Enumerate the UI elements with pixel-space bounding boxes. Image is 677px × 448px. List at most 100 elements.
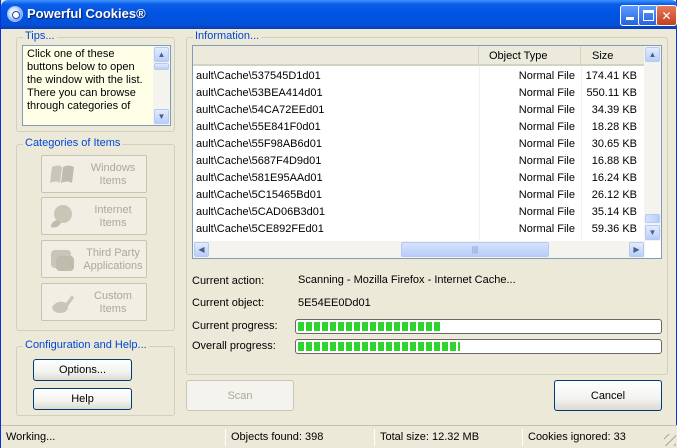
cell-type: Normal File [518,155,575,167]
cell-name: ault\Cache\5687F4D9d01 [196,155,322,167]
scroll-right-icon[interactable]: ▶ [629,242,644,257]
list-horizontal-scrollbar[interactable]: ◀ ||| ▶ [193,241,645,258]
resize-grip-icon[interactable] [664,434,676,446]
scroll-up-icon[interactable]: ▲ [645,47,660,62]
current-object-label: Current object: [192,297,265,309]
cell-size: 16.88 KB [591,155,637,167]
horizontal-scroll-thumb[interactable]: ||| [401,242,549,257]
overall-progress-fill [298,342,460,351]
current-progress-fill [298,322,442,331]
file-list[interactable]: Object Type Size ault\Cache\537545D1d01 … [192,45,662,259]
scroll-up-icon[interactable]: ▲ [154,47,169,62]
cell-name: ault\Cache\5C15465Bd01 [196,189,322,201]
internet-items-button[interactable]: Internet Items [41,197,147,235]
scan-button[interactable]: Scan [186,380,294,411]
table-row[interactable]: ault\Cache\537545D1d01 Normal File 174.4… [193,68,645,85]
table-row[interactable]: ault\Cache\53BEA414d01 Normal File 550.1… [193,85,645,102]
status-state: Working... [6,431,56,443]
cancel-button[interactable]: Cancel [554,380,662,411]
label-line: Windows [90,162,136,174]
third-party-icon [51,250,74,271]
scroll-down-icon[interactable]: ▼ [645,225,660,240]
table-row[interactable]: ault\Cache\55F98AB6d01 Normal File 30.65… [193,136,645,153]
cell-type: Normal File [518,138,575,150]
app-window: Powerful Cookies® ✕ Tips... Click one of… [0,0,677,448]
status-divider [522,429,523,446]
close-icon: ✕ [661,8,672,23]
minimize-icon [626,17,634,20]
tips-line: buttons below to open [27,61,135,73]
custom-items-button[interactable]: Custom Items [41,283,147,321]
cell-name: ault\Cache\54CA72EEd01 [196,104,325,116]
overall-progress-bar [295,339,662,354]
third-party-button[interactable]: Third Party Applications [41,240,147,278]
table-row[interactable]: ault\Cache\5C15465Bd01 Normal File 26.12… [193,187,645,204]
table-row[interactable]: ault\Cache\55E841F0d01 Normal File 18.28… [193,119,645,136]
close-button[interactable]: ✕ [656,5,677,26]
column-header-type[interactable]: Object Type [479,46,581,66]
options-button[interactable]: Options... [33,359,132,381]
cell-name: ault\Cache\537545D1d01 [196,70,321,82]
cell-type: Normal File [518,206,575,218]
cell-size: 35.14 KB [591,206,637,218]
window-title: Powerful Cookies® [27,6,146,21]
column-header-name[interactable] [193,46,479,66]
cell-size: 18.28 KB [591,121,637,133]
custom-icon [52,295,74,313]
windows-items-label: Windows Items [78,162,148,188]
internet-items-label: Internet Items [78,204,148,230]
overall-progress-label: Overall progress: [192,340,276,352]
title-bar[interactable]: Powerful Cookies® ✕ [1,0,677,29]
cell-name: ault\Cache\5CAD06B3d01 [196,206,326,218]
third-party-label: Third Party Applications [78,247,148,273]
label-line: Items [99,217,127,229]
tips-line: There you can browse [27,87,136,99]
windows-icon [50,165,74,183]
cell-type: Normal File [518,104,575,116]
status-total-size: Total size: 12.32 MB [380,431,480,443]
cell-name: ault\Cache\55F98AB6d01 [196,138,322,150]
current-progress-bar [295,319,662,334]
cell-type: Normal File [518,121,575,133]
app-icon[interactable] [7,6,23,22]
column-header-size[interactable]: Size [581,46,645,66]
status-cookies-ignored: Cookies ignored: 33 [528,431,626,443]
vertical-scroll-thumb[interactable] [645,214,660,223]
table-row[interactable]: ault\Cache\54CA72EEd01 Normal File 34.39… [193,102,645,119]
cell-name: ault\Cache\55E841F0d01 [196,121,321,133]
custom-items-label: Custom Items [78,290,148,316]
label-line: Internet [94,204,132,216]
tips-text: Click one of these buttons below to open… [27,48,151,113]
cell-size: 26.12 KB [591,189,637,201]
cell-size: 34.39 KB [591,104,637,116]
cell-size: 174.41 KB [585,70,637,82]
tips-scrollbar[interactable]: ▲ ▼ [153,46,170,125]
current-progress-label: Current progress: [192,320,278,332]
list-header: Object Type Size [193,46,645,66]
label-line: Third Party [86,247,140,259]
internet-icon [51,205,72,228]
table-row[interactable]: ault\Cache\5CE892FEd01 Normal File 59.36… [193,221,645,238]
scroll-down-icon[interactable]: ▼ [154,109,169,124]
windows-items-button[interactable]: Windows Items [41,155,147,193]
label-line: Items [99,175,127,187]
table-row[interactable]: ault\Cache\581E95AAd01 Normal File 16.24… [193,170,645,187]
cell-size: 59.36 KB [591,223,637,235]
list-vertical-scrollbar[interactable]: ▲ ▼ [644,46,661,241]
cell-name: ault\Cache\581E95AAd01 [196,172,323,184]
scroll-left-icon[interactable]: ◀ [194,242,209,257]
help-button[interactable]: Help [33,388,132,410]
table-row[interactable]: ault\Cache\5CAD06B3d01 Normal File 35.14… [193,204,645,221]
label-line: Custom [94,290,132,302]
cell-name: ault\Cache\53BEA414d01 [196,87,323,99]
tips-box: Click one of these buttons below to open… [22,45,171,126]
table-row[interactable]: ault\Cache\5687F4D9d01 Normal File 16.88… [193,153,645,170]
label-line: Items [99,303,127,315]
current-action-value: Scanning - Mozilla Firefox - Internet Ca… [298,274,516,286]
cell-size: 30.65 KB [591,138,637,150]
scroll-thumb[interactable] [154,63,169,70]
cell-name: ault\Cache\5CE892FEd01 [196,223,324,235]
cell-size: 16.24 KB [591,172,637,184]
status-objects-found: Objects found: 398 [231,431,324,443]
cell-type: Normal File [518,189,575,201]
